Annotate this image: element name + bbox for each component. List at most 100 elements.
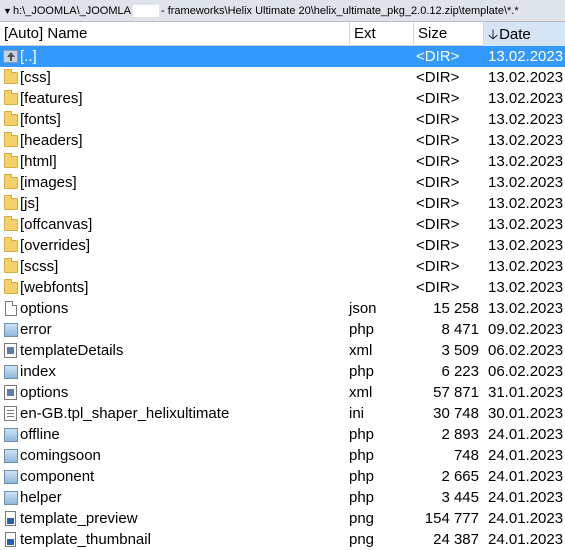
file-size: <DIR> [416, 216, 460, 233]
file-size: 57 871 [433, 384, 479, 401]
file-row[interactable]: offline php 2 893 24.01.2023 [0, 424, 565, 445]
column-header-date-label: Date [499, 26, 531, 43]
file-date: 24.01.2023 [488, 510, 564, 527]
file-size: <DIR> [416, 153, 460, 170]
file-date: 13.02.2023 [488, 111, 564, 128]
file-ext: php [349, 321, 375, 338]
file-name: [images] [20, 174, 77, 191]
file-row[interactable]: en-GB.tpl_shaper_helixultimate ini 30 748 3… [0, 403, 565, 424]
file-ext: png [349, 531, 375, 548]
file-name: options [20, 300, 69, 317]
file-row[interactable]: index php 6 223 06.02.2023 [0, 361, 565, 382]
document-icon [5, 301, 17, 316]
file-size: 2 665 [441, 468, 479, 485]
file-row[interactable]: component php 2 665 24.01.2023 [0, 466, 565, 487]
file-row[interactable]: [webfonts] <DIR> 13.02.2023 [0, 277, 565, 298]
path-history-dropdown-icon[interactable]: ▼ [3, 0, 13, 21]
file-size: 3 509 [441, 342, 479, 359]
file-ext: json [349, 300, 377, 317]
file-name: [fonts] [20, 111, 61, 128]
file-name: template_preview [20, 510, 138, 527]
file-row[interactable]: [headers] <DIR> 13.02.2023 [0, 130, 565, 151]
file-name: template_thumbnail [20, 531, 151, 548]
php-file-icon [4, 365, 18, 379]
file-size: 2 893 [441, 426, 479, 443]
file-row[interactable]: [js] <DIR> 13.02.2023 [0, 193, 565, 214]
folder-icon [4, 279, 18, 294]
file-row[interactable]: [images] <DIR> 13.02.2023 [0, 172, 565, 193]
file-name: error [20, 321, 52, 338]
file-size: 6 223 [441, 363, 479, 380]
column-header-ext[interactable]: Ext [350, 22, 414, 46]
column-header-date[interactable]: 🡣Date [484, 22, 565, 46]
php-file-icon [4, 470, 18, 484]
file-row[interactable]: error php 8 471 09.02.2023 [0, 319, 565, 340]
file-row[interactable]: [scss] <DIR> 13.02.2023 [0, 256, 565, 277]
file-size: <DIR> [416, 174, 460, 191]
file-ext: php [349, 447, 375, 464]
file-date: 13.02.2023 [488, 237, 564, 254]
file-size: <DIR> [416, 195, 460, 212]
file-name: [features] [20, 90, 83, 107]
folder-icon [4, 174, 18, 189]
file-ext: xml [349, 342, 373, 359]
folder-icon [4, 111, 18, 126]
file-date: 24.01.2023 [488, 531, 564, 548]
file-row[interactable]: [..] <DIR> 13.02.2023 [0, 46, 565, 67]
folder-icon [4, 258, 18, 273]
folder-icon [4, 69, 18, 84]
file-row[interactable]: options json 15 258 13.02.2023 [0, 298, 565, 319]
file-row[interactable]: [fonts] <DIR> 13.02.2023 [0, 109, 565, 130]
file-name: offline [20, 426, 60, 443]
folder-icon [4, 216, 18, 231]
folder-icon [4, 90, 18, 105]
file-ext: php [349, 468, 375, 485]
file-row[interactable]: [features] <DIR> 13.02.2023 [0, 88, 565, 109]
file-row[interactable]: [html] <DIR> 13.02.2023 [0, 151, 565, 172]
xml-file-icon [4, 385, 17, 400]
file-row[interactable]: helper php 3 445 24.01.2023 [0, 487, 565, 508]
file-name: [..] [20, 48, 37, 65]
file-row[interactable]: templateDetails xml 3 509 06.02.2023 [0, 340, 565, 361]
file-row[interactable]: options xml 57 871 31.01.2023 [0, 382, 565, 403]
file-size: <DIR> [416, 111, 460, 128]
file-date: 13.02.2023 [488, 90, 564, 107]
file-ext: php [349, 489, 375, 506]
file-date: 13.02.2023 [488, 69, 564, 86]
file-row[interactable]: [overrides] <DIR> 13.02.2023 [0, 235, 565, 256]
file-date: 09.02.2023 [488, 321, 564, 338]
file-row[interactable]: [css] <DIR> 13.02.2023 [0, 67, 565, 88]
file-row[interactable]: template_thumbnail png 24 387 24.01.2023 [0, 529, 565, 550]
up-icon [3, 50, 18, 63]
file-name: [overrides] [20, 237, 91, 254]
file-size: 24 387 [433, 531, 479, 548]
file-date: 13.02.2023 [488, 258, 564, 275]
file-date: 13.02.2023 [488, 300, 564, 317]
php-file-icon [4, 428, 18, 442]
php-file-icon [4, 491, 18, 505]
path-bar[interactable]: ▼h:\_JOOMLA\_JOOMLA - frameworks\Helix Ul… [0, 0, 565, 22]
folder-icon [4, 195, 18, 210]
file-ext: png [349, 510, 375, 527]
column-header-name[interactable]: [Auto] Name [0, 22, 350, 46]
file-size: 30 748 [433, 405, 479, 422]
file-row[interactable]: [offcanvas] <DIR> 13.02.2023 [0, 214, 565, 235]
file-name: helper [20, 489, 62, 506]
file-row[interactable]: comingsoon php 748 24.01.2023 [0, 445, 565, 466]
folder-icon [4, 132, 18, 147]
file-date: 13.02.2023 [488, 48, 564, 65]
file-row[interactable]: template_preview png 154 777 24.01.2023 [0, 508, 565, 529]
file-size: <DIR> [416, 279, 460, 296]
file-date: 13.02.2023 [488, 279, 564, 296]
file-date: 24.01.2023 [488, 468, 564, 485]
file-name: templateDetails [20, 342, 124, 359]
file-list[interactable]: [..] <DIR> 13.02.2023 [css] <DIR> 13.02.2023[… [0, 46, 565, 550]
file-size: 3 445 [441, 489, 479, 506]
ini-file-icon [4, 406, 17, 421]
xml-file-icon [4, 343, 17, 358]
png-file-icon [5, 532, 16, 547]
column-header-size[interactable]: Size [414, 22, 484, 46]
file-ext: php [349, 363, 375, 380]
file-date: 13.02.2023 [488, 174, 564, 191]
folder-icon [4, 153, 18, 168]
